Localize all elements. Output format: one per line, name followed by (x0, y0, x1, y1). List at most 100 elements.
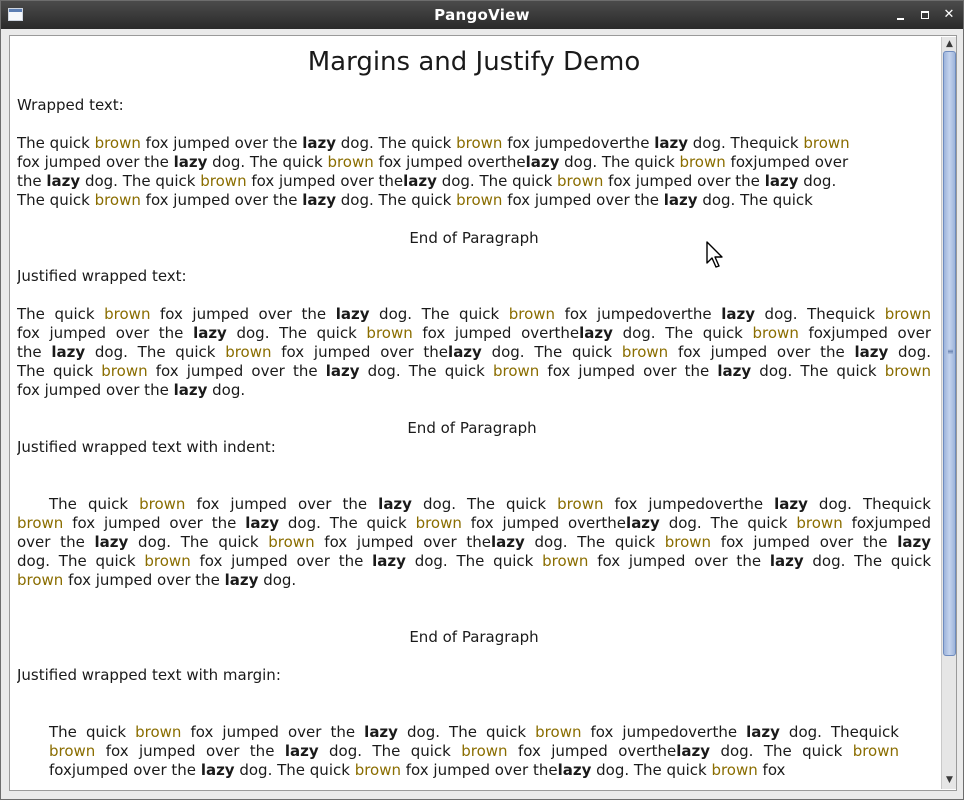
text-run: dog. The quick (697, 191, 813, 209)
word-lazy: lazy (764, 172, 799, 190)
text-line: the lazy dog. The quick brown fox jumped… (17, 172, 931, 191)
mouse-pointer-icon (706, 241, 723, 268)
text-run: the (17, 343, 52, 361)
text-run: foxjumped over (725, 153, 849, 171)
text-run: dog. Thequick (807, 495, 931, 513)
document-view[interactable]: Margins and Justify Demo Wrapped text: T… (9, 35, 957, 791)
text-run: fox jumped over the (603, 172, 765, 190)
text-run: foxjumped over (798, 324, 931, 342)
text-run: The quick (17, 362, 102, 380)
word-brown: brown (535, 723, 582, 741)
word-lazy: lazy (302, 134, 337, 152)
word-brown: brown (101, 362, 148, 380)
word-lazy: lazy (448, 343, 482, 361)
text-line: fox jumped over the lazy dog. (17, 381, 931, 400)
section-label-margin: Justified wrapped text with margin: (17, 666, 281, 684)
word-lazy: lazy (854, 343, 889, 361)
word-lazy: lazy (245, 514, 280, 532)
pangoview-window: PangoView ✕ Margins and Justify Demo Wra… (0, 0, 964, 800)
word-lazy: lazy (769, 552, 804, 570)
text-run: dog. The quick (751, 362, 885, 380)
text-line: the lazy dog. The quick brown fox jumped… (17, 343, 931, 362)
document-title: Margins and Justify Demo (307, 47, 641, 77)
close-button[interactable]: ✕ (940, 6, 958, 24)
word-lazy: lazy (302, 191, 337, 209)
word-brown: brown (200, 172, 247, 190)
text-run: fox jumped over the (246, 172, 404, 190)
word-brown: brown (366, 324, 413, 342)
word-lazy: lazy (491, 533, 525, 551)
text-run: fox jumped over the (17, 381, 174, 399)
word-brown: brown (796, 514, 843, 532)
text-run: fox jumpedoverthe (555, 305, 722, 323)
text-line: brown fox jumped over the lazy dog. The … (17, 514, 931, 533)
text-line: brown fox jumped over the lazy dog. The … (49, 742, 899, 761)
word-lazy: lazy (335, 305, 370, 323)
text-run: dog. The quick (612, 324, 753, 342)
word-brown: brown (492, 362, 540, 380)
maximize-button[interactable] (916, 6, 934, 24)
word-brown: brown (17, 571, 64, 589)
text-run: The quick (17, 305, 105, 323)
word-lazy: lazy (364, 723, 398, 741)
text-run: fox jumped over the (181, 723, 365, 741)
word-brown: brown (94, 134, 141, 152)
text-run: dog. The quick (80, 172, 201, 190)
arrow-up-icon[interactable]: ▲ (943, 38, 956, 51)
text-run: fox jumped over the (185, 495, 379, 513)
text-run: dog. The quick (336, 191, 457, 209)
text-run: fox jumped overthe (412, 324, 580, 342)
word-brown: brown (852, 742, 900, 760)
text-run: dog. The quick (359, 362, 493, 380)
word-lazy: lazy (663, 191, 698, 209)
arrow-down-icon[interactable]: ▼ (943, 774, 956, 787)
text-run: dog. The quick (207, 153, 328, 171)
text-run: fox jumped over the (63, 571, 225, 589)
word-brown: brown (557, 172, 604, 190)
text-run: over the (17, 533, 95, 551)
text-run: dog. (258, 571, 297, 589)
word-brown: brown (711, 761, 758, 779)
end-of-paragraph: End of Paragraph (407, 419, 537, 437)
document-content: Margins and Justify Demo Wrapped text: T… (17, 41, 931, 784)
close-icon: ✕ (943, 7, 955, 22)
text-run: fox jumped over the (271, 343, 449, 361)
word-brown: brown (94, 191, 141, 209)
word-brown: brown (508, 305, 556, 323)
minimize-button[interactable] (892, 6, 910, 24)
text-run: fox jumpedoverthe (603, 495, 775, 513)
text-run: fox jumped over the (502, 191, 664, 209)
text-run: dog. The quick (234, 761, 355, 779)
scrollbar-thumb[interactable]: ≡ (943, 51, 956, 656)
text-run: fox jumped over the (150, 305, 336, 323)
text-run: fox jumped over the (17, 324, 194, 342)
text-line: The quick brown fox jumped over the lazy… (49, 723, 899, 742)
text-run: fox jumped over the (17, 153, 174, 171)
text-run: dog. The quick (411, 495, 558, 513)
text-run: dog. The quick (710, 742, 853, 760)
text-run: dog. The quick (436, 172, 558, 190)
word-lazy: lazy (284, 742, 319, 760)
text-run: fox jumped over the (314, 533, 492, 551)
text-run: fox jumped over the (140, 134, 303, 152)
word-brown: brown (17, 514, 64, 532)
word-lazy: lazy (200, 761, 235, 779)
text-run: dog. (798, 172, 837, 190)
text-line: The quick brown fox jumped over the lazy… (17, 495, 931, 514)
text-run: dog. The quick (17, 552, 145, 570)
text-run: dog. The quick (369, 305, 509, 323)
word-lazy: lazy (557, 761, 592, 779)
word-brown: brown (225, 343, 272, 361)
word-lazy: lazy (173, 381, 208, 399)
title-bar[interactable]: PangoView ✕ (1, 1, 963, 29)
text-run: fox (757, 761, 786, 779)
word-brown: brown (327, 153, 374, 171)
vertical-scrollbar[interactable]: ▲ ≡ ▼ (941, 37, 956, 789)
word-brown: brown (456, 191, 503, 209)
text-run: fox jumped over the (63, 514, 246, 532)
word-brown: brown (664, 533, 712, 551)
text-run: fox jumped over the (401, 761, 558, 779)
text-line: dog. The quick brown fox jumped over the… (17, 552, 931, 571)
text-run: fox jumpedoverthe (581, 723, 747, 741)
word-lazy: lazy (403, 172, 437, 190)
